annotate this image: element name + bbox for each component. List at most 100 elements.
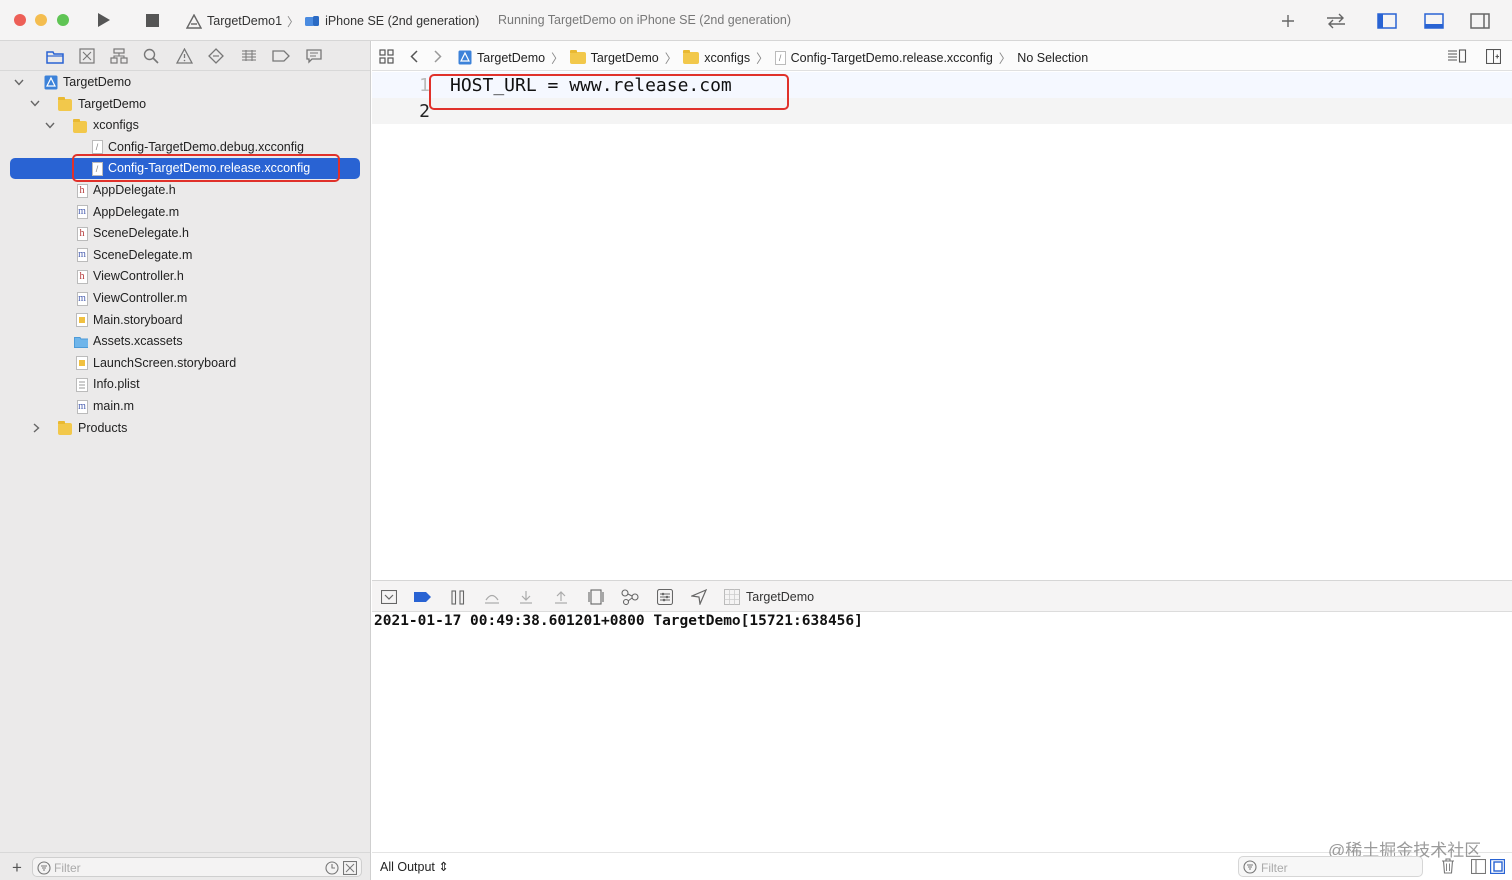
breadcrumb-item-group[interactable]: TargetDemo bbox=[569, 49, 659, 65]
tree-item-file[interactable]: m SceneDelegate.m bbox=[0, 245, 370, 266]
debug-process-name[interactable]: TargetDemo bbox=[746, 590, 814, 604]
zoom-window-button[interactable] bbox=[57, 14, 69, 26]
toggle-debug-area-button[interactable] bbox=[1423, 11, 1445, 31]
chevron-down-icon[interactable] bbox=[13, 76, 25, 88]
tree-item-file[interactable]: Assets.xcassets bbox=[0, 331, 370, 352]
debug-view-hierarchy-button[interactable] bbox=[587, 588, 605, 606]
tab-breakpoint-navigator[interactable] bbox=[272, 47, 290, 65]
close-window-button[interactable] bbox=[14, 14, 26, 26]
navigator-filter-input[interactable]: Filter bbox=[32, 857, 362, 877]
output-filter-selector[interactable]: All Output ⇕ bbox=[380, 859, 449, 874]
tab-report-navigator[interactable] bbox=[305, 47, 323, 65]
show-console-view-button[interactable] bbox=[1488, 857, 1506, 875]
process-selector-icon bbox=[723, 588, 741, 606]
chevron-down-icon[interactable] bbox=[29, 98, 41, 110]
step-over-button[interactable] bbox=[483, 588, 501, 606]
code-review-button[interactable] bbox=[1324, 11, 1348, 31]
tree-item-file[interactable]: h AppDelegate.h bbox=[0, 180, 370, 201]
grid-icon bbox=[378, 48, 394, 64]
step-out-button[interactable] bbox=[552, 588, 570, 606]
tree-item-label: LaunchScreen.storyboard bbox=[93, 355, 237, 370]
step-into-icon bbox=[520, 590, 532, 604]
clear-console-button[interactable] bbox=[1439, 857, 1457, 875]
activity-status: Running TargetDemo on iPhone SE (2nd gen… bbox=[498, 13, 792, 27]
toggle-inspector-button[interactable] bbox=[1469, 11, 1491, 31]
add-file-button[interactable]: + bbox=[12, 858, 22, 878]
right-panel-icon bbox=[1470, 13, 1490, 29]
show-variables-view-button[interactable] bbox=[1469, 857, 1487, 875]
console-footer: All Output ⇕ @稀土掘金技术社区 Filter bbox=[372, 841, 1512, 880]
tree-item-label: AppDelegate.h bbox=[93, 183, 176, 197]
tree-item-folder[interactable]: xconfigs bbox=[0, 115, 370, 136]
breadcrumb-item-selection[interactable]: No Selection bbox=[1017, 51, 1088, 65]
hierarchy-icon bbox=[110, 48, 128, 64]
editor-options-button[interactable] bbox=[1447, 48, 1467, 64]
forward-button[interactable] bbox=[430, 48, 446, 64]
chevron-right-icon[interactable] bbox=[30, 422, 42, 434]
tree-item-folder[interactable]: Products bbox=[0, 418, 370, 439]
play-icon bbox=[98, 13, 110, 27]
tree-item-folder[interactable]: TargetDemo bbox=[0, 94, 370, 115]
clock-icon bbox=[325, 861, 339, 875]
toggle-breakpoints-button[interactable] bbox=[414, 588, 432, 606]
breakpoint-icon bbox=[414, 592, 431, 602]
pause-icon bbox=[451, 589, 465, 605]
chevron-down-icon[interactable] bbox=[44, 119, 56, 131]
tree-item-file[interactable]: h ViewController.h bbox=[0, 266, 370, 287]
breadcrumb-item-file[interactable]: / Config-TargetDemo.release.xcconfig bbox=[774, 50, 993, 65]
step-into-button[interactable] bbox=[517, 588, 535, 606]
left-panel-icon bbox=[1377, 13, 1397, 29]
chevron-right-icon: 〉 bbox=[664, 52, 678, 66]
pause-button[interactable] bbox=[449, 588, 467, 606]
scheme-selector[interactable]: TargetDemo1 〉 iPhone SE (2nd generation) bbox=[186, 12, 479, 30]
simulate-location-button[interactable] bbox=[690, 588, 708, 606]
swap-arrows-icon bbox=[1327, 13, 1345, 29]
annotation-highlight-box bbox=[429, 74, 789, 110]
tree-item-file[interactable]: m ViewController.m bbox=[0, 288, 370, 309]
plist-file-icon bbox=[75, 377, 89, 392]
device-icon bbox=[305, 16, 320, 26]
debug-memory-graph-button[interactable] bbox=[621, 588, 639, 606]
tree-item-label: main.m bbox=[93, 399, 134, 413]
tab-issue-navigator[interactable] bbox=[175, 47, 193, 65]
breadcrumb-item-folder[interactable]: xconfigs bbox=[683, 49, 750, 65]
minimize-window-button[interactable] bbox=[35, 14, 47, 26]
tree-item-label: Info.plist bbox=[93, 377, 140, 392]
stop-button[interactable] bbox=[145, 13, 159, 27]
tree-item-file[interactable]: m AppDelegate.m bbox=[0, 202, 370, 223]
breadcrumb-item-project[interactable]: TargetDemo bbox=[458, 50, 545, 65]
console-output[interactable]: 2021-01-17 00:49:38.601201+0800 TargetDe… bbox=[372, 612, 1512, 852]
folder-icon bbox=[683, 49, 700, 64]
tree-item-project[interactable]: TargetDemo bbox=[0, 72, 370, 93]
project-icon bbox=[458, 50, 472, 65]
tree-item-file[interactable]: m main.m bbox=[0, 396, 370, 417]
tab-debug-navigator[interactable] bbox=[240, 47, 258, 65]
project-navigator: TargetDemo TargetDemo xconfigs / Config-… bbox=[0, 41, 371, 880]
code-text-area[interactable]: 1 2 HOST_URL = www.release.com bbox=[372, 72, 1512, 580]
tab-source-control[interactable] bbox=[78, 47, 96, 65]
tab-find-navigator[interactable] bbox=[142, 47, 160, 65]
split-editor-button[interactable] bbox=[1485, 48, 1501, 64]
back-button[interactable] bbox=[406, 48, 422, 64]
stop-icon bbox=[145, 13, 159, 27]
tree-item-file[interactable]: h SceneDelegate.h bbox=[0, 223, 370, 244]
objc-file-icon: m bbox=[76, 399, 88, 414]
tree-item-label: ViewController.m bbox=[93, 291, 188, 305]
recent-files-button[interactable] bbox=[325, 861, 339, 878]
tree-item-file[interactable]: Info.plist bbox=[0, 374, 370, 395]
hide-debug-area-button[interactable] bbox=[380, 588, 398, 606]
filter-icon bbox=[37, 861, 51, 878]
tree-item-file[interactable]: LaunchScreen.storyboard bbox=[0, 353, 370, 374]
source-control-filter-button[interactable] bbox=[342, 860, 358, 878]
toggle-navigator-button[interactable] bbox=[1376, 11, 1398, 31]
related-items-button[interactable] bbox=[378, 48, 394, 64]
tree-item-file[interactable]: Main.storyboard bbox=[0, 310, 370, 331]
console-filter-input[interactable]: Filter bbox=[1238, 856, 1423, 877]
environment-overrides-button[interactable] bbox=[656, 588, 674, 606]
tab-test-navigator[interactable] bbox=[207, 47, 225, 65]
tab-symbol-navigator[interactable] bbox=[110, 47, 128, 65]
run-button[interactable] bbox=[96, 12, 112, 28]
location-arrow-icon bbox=[691, 589, 707, 605]
library-button[interactable] bbox=[1279, 11, 1297, 31]
tab-project-navigator[interactable] bbox=[46, 47, 64, 65]
